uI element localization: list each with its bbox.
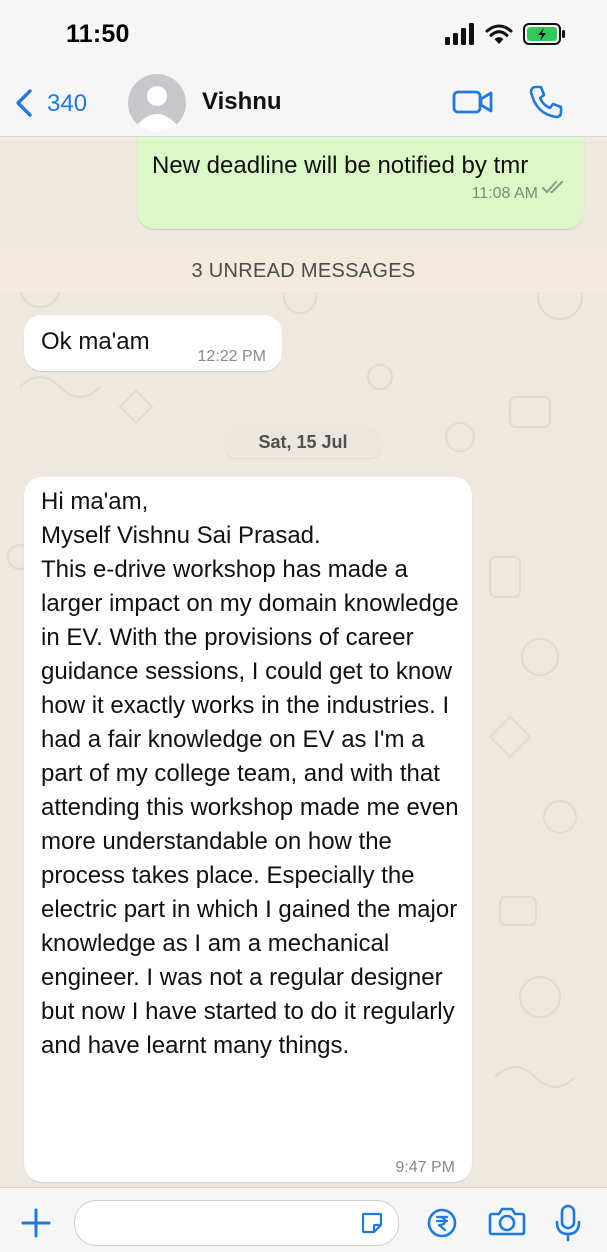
- unread-divider: 3 UNREAD MESSAGES: [0, 250, 607, 292]
- read-ticks-icon: [542, 181, 563, 194]
- contact-name[interactable]: Vishnu: [202, 88, 282, 116]
- rupee-icon[interactable]: [426, 1207, 458, 1239]
- message-composer: [0, 1187, 607, 1252]
- battery-charging-icon: [523, 23, 565, 45]
- message-time: 12:22 PM: [197, 348, 266, 365]
- outgoing-message-bubble[interactable]: New deadline will be notified by tmr 11:…: [137, 137, 584, 229]
- phone-icon[interactable]: [528, 84, 564, 120]
- date-separator: Sat, 15 Jul: [225, 426, 381, 458]
- back-button-count[interactable]: 340: [47, 90, 87, 118]
- status-bar: 11:50: [0, 0, 607, 70]
- avatar-placeholder-icon: [138, 86, 176, 132]
- message-time: 9:47 PM: [395, 1159, 455, 1176]
- camera-icon[interactable]: [488, 1206, 526, 1236]
- message-input[interactable]: [74, 1200, 399, 1246]
- status-icons: [445, 22, 567, 46]
- plus-icon[interactable]: [20, 1207, 52, 1239]
- video-call-icon[interactable]: [452, 86, 494, 118]
- signal-icon: [445, 23, 474, 45]
- chat-header: 340 Vishnu: [0, 70, 607, 137]
- message-text: Hi ma'am, Myself Vishnu Sai Prasad. This…: [41, 488, 459, 1059]
- sticker-icon[interactable]: [360, 1211, 384, 1235]
- avatar[interactable]: [128, 74, 186, 132]
- incoming-message-bubble[interactable]: Hi ma'am, Myself Vishnu Sai Prasad. This…: [24, 477, 472, 1182]
- wifi-icon: [485, 24, 513, 44]
- incoming-message-bubble[interactable]: Ok ma'am 12:22 PM: [24, 315, 282, 371]
- message-text: Ok ma'am: [41, 328, 150, 355]
- chat-area[interactable]: New deadline will be notified by tmr 11:…: [0, 137, 607, 1187]
- message-time: 11:08 AM: [471, 185, 538, 202]
- status-time: 11:50: [66, 20, 130, 48]
- microphone-icon[interactable]: [554, 1204, 582, 1242]
- chevron-left-icon[interactable]: [12, 88, 36, 118]
- chat-screen: 11:50 340 Vishnu New deadline will be no…: [0, 0, 607, 1252]
